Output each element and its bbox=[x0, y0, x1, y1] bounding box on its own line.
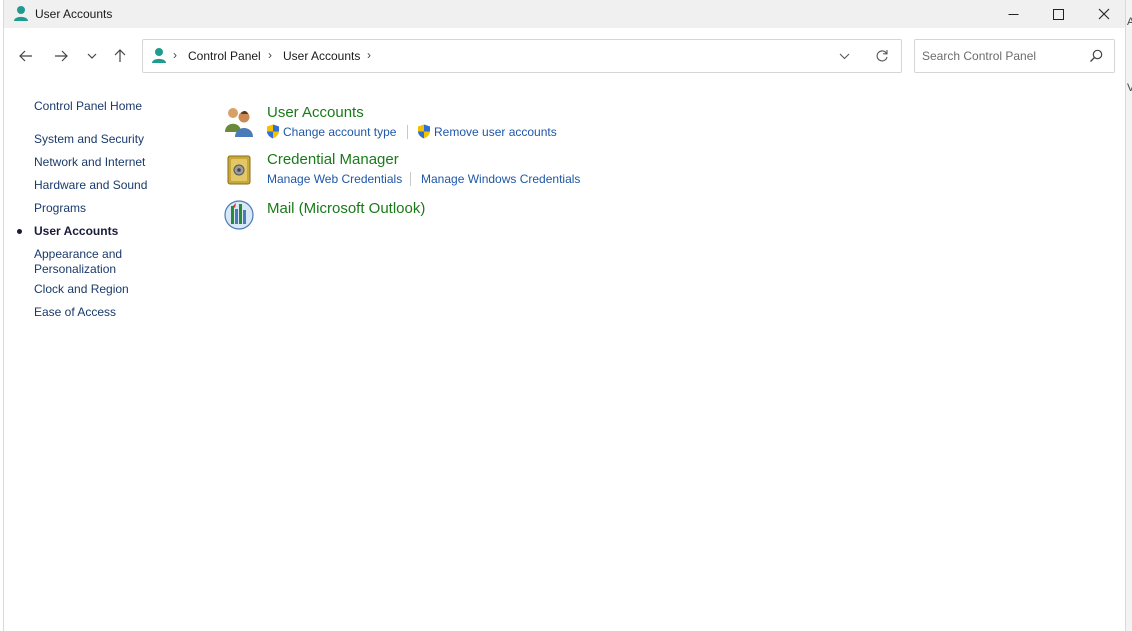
chevron-down-icon bbox=[87, 53, 97, 59]
search-input[interactable] bbox=[922, 48, 1082, 64]
sidebar-item-label: Appearance and bbox=[34, 247, 123, 261]
window-title: User Accounts bbox=[35, 7, 113, 21]
sidebar-item-appearance-and-personalization[interactable]: Appearance and Personalization bbox=[34, 247, 122, 277]
task-divider bbox=[410, 172, 411, 186]
task-remove-user-accounts[interactable]: Remove user accounts bbox=[434, 125, 557, 139]
breadcrumb-user-accounts[interactable]: User Accounts bbox=[283, 49, 360, 63]
title-bar: User Accounts bbox=[4, 0, 1125, 28]
sidebar-item-system-and-security[interactable]: System and Security bbox=[34, 132, 144, 147]
edge-glyph: A bbox=[1127, 16, 1132, 28]
sidebar-item-control-panel-home[interactable]: Control Panel Home bbox=[34, 99, 142, 114]
breadcrumb-separator[interactable]: › bbox=[367, 48, 371, 62]
sidebar-item-programs[interactable]: Programs bbox=[34, 201, 86, 216]
refresh-icon bbox=[876, 50, 888, 62]
control-panel-window: User Accounts › Control Panel › User Acc… bbox=[3, 0, 1126, 631]
navigation-bar: › Control Panel › User Accounts › bbox=[4, 28, 1125, 84]
task-change-account-type[interactable]: Change account type bbox=[283, 125, 396, 139]
user-accounts-icon bbox=[151, 47, 167, 69]
maximize-icon bbox=[1052, 8, 1064, 20]
maximize-button[interactable] bbox=[1035, 0, 1081, 28]
edge-glyph: V bbox=[1127, 82, 1132, 94]
uac-shield-icon bbox=[417, 124, 431, 139]
sidebar-item-ease-of-access[interactable]: Ease of Access bbox=[34, 305, 116, 320]
users-icon[interactable] bbox=[222, 104, 256, 138]
minimize-button[interactable] bbox=[990, 0, 1036, 28]
breadcrumb-control-panel[interactable]: Control Panel bbox=[188, 49, 261, 63]
sidebar-item-user-accounts[interactable]: User Accounts bbox=[34, 224, 118, 239]
up-button[interactable] bbox=[108, 44, 132, 68]
category-title-user-accounts[interactable]: User Accounts bbox=[267, 104, 364, 121]
active-item-bullet bbox=[17, 229, 22, 234]
mail-icon[interactable] bbox=[222, 198, 256, 232]
close-button[interactable] bbox=[1081, 0, 1127, 28]
back-button[interactable] bbox=[14, 44, 38, 68]
category-title-mail-microsoft-outlook[interactable]: Mail (Microsoft Outlook) bbox=[267, 200, 425, 217]
sidebar-item-label: Personalization bbox=[34, 262, 117, 276]
chevron-down-icon bbox=[839, 53, 850, 60]
back-arrow-icon bbox=[19, 50, 32, 62]
up-arrow-icon bbox=[114, 49, 126, 62]
search-icon[interactable] bbox=[1089, 49, 1103, 68]
refresh-button[interactable] bbox=[875, 48, 889, 69]
task-manage-web-credentials[interactable]: Manage Web Credentials bbox=[267, 172, 402, 186]
minimize-icon bbox=[1008, 13, 1018, 15]
sidebar-item-clock-and-region[interactable]: Clock and Region bbox=[34, 282, 129, 297]
breadcrumb-separator: › bbox=[173, 48, 177, 62]
uac-shield-icon bbox=[266, 124, 280, 139]
category-title-credential-manager[interactable]: Credential Manager bbox=[267, 151, 399, 168]
task-divider bbox=[407, 125, 408, 139]
task-manage-windows-credentials[interactable]: Manage Windows Credentials bbox=[421, 172, 580, 186]
recent-locations-button[interactable] bbox=[80, 44, 104, 68]
forward-button[interactable] bbox=[49, 44, 73, 68]
adjacent-window-edge: A V bbox=[1126, 0, 1132, 631]
forward-arrow-icon bbox=[55, 50, 68, 62]
user-accounts-icon bbox=[13, 5, 29, 22]
close-icon bbox=[1098, 8, 1110, 20]
search-box[interactable] bbox=[914, 39, 1115, 73]
credential-vault-icon[interactable] bbox=[222, 152, 256, 186]
address-history-button[interactable] bbox=[839, 49, 850, 68]
breadcrumb-separator[interactable]: › bbox=[268, 48, 272, 62]
address-bar[interactable]: › Control Panel › User Accounts › bbox=[142, 39, 902, 73]
sidebar-item-network-and-internet[interactable]: Network and Internet bbox=[34, 155, 145, 170]
sidebar-item-hardware-and-sound[interactable]: Hardware and Sound bbox=[34, 178, 147, 193]
